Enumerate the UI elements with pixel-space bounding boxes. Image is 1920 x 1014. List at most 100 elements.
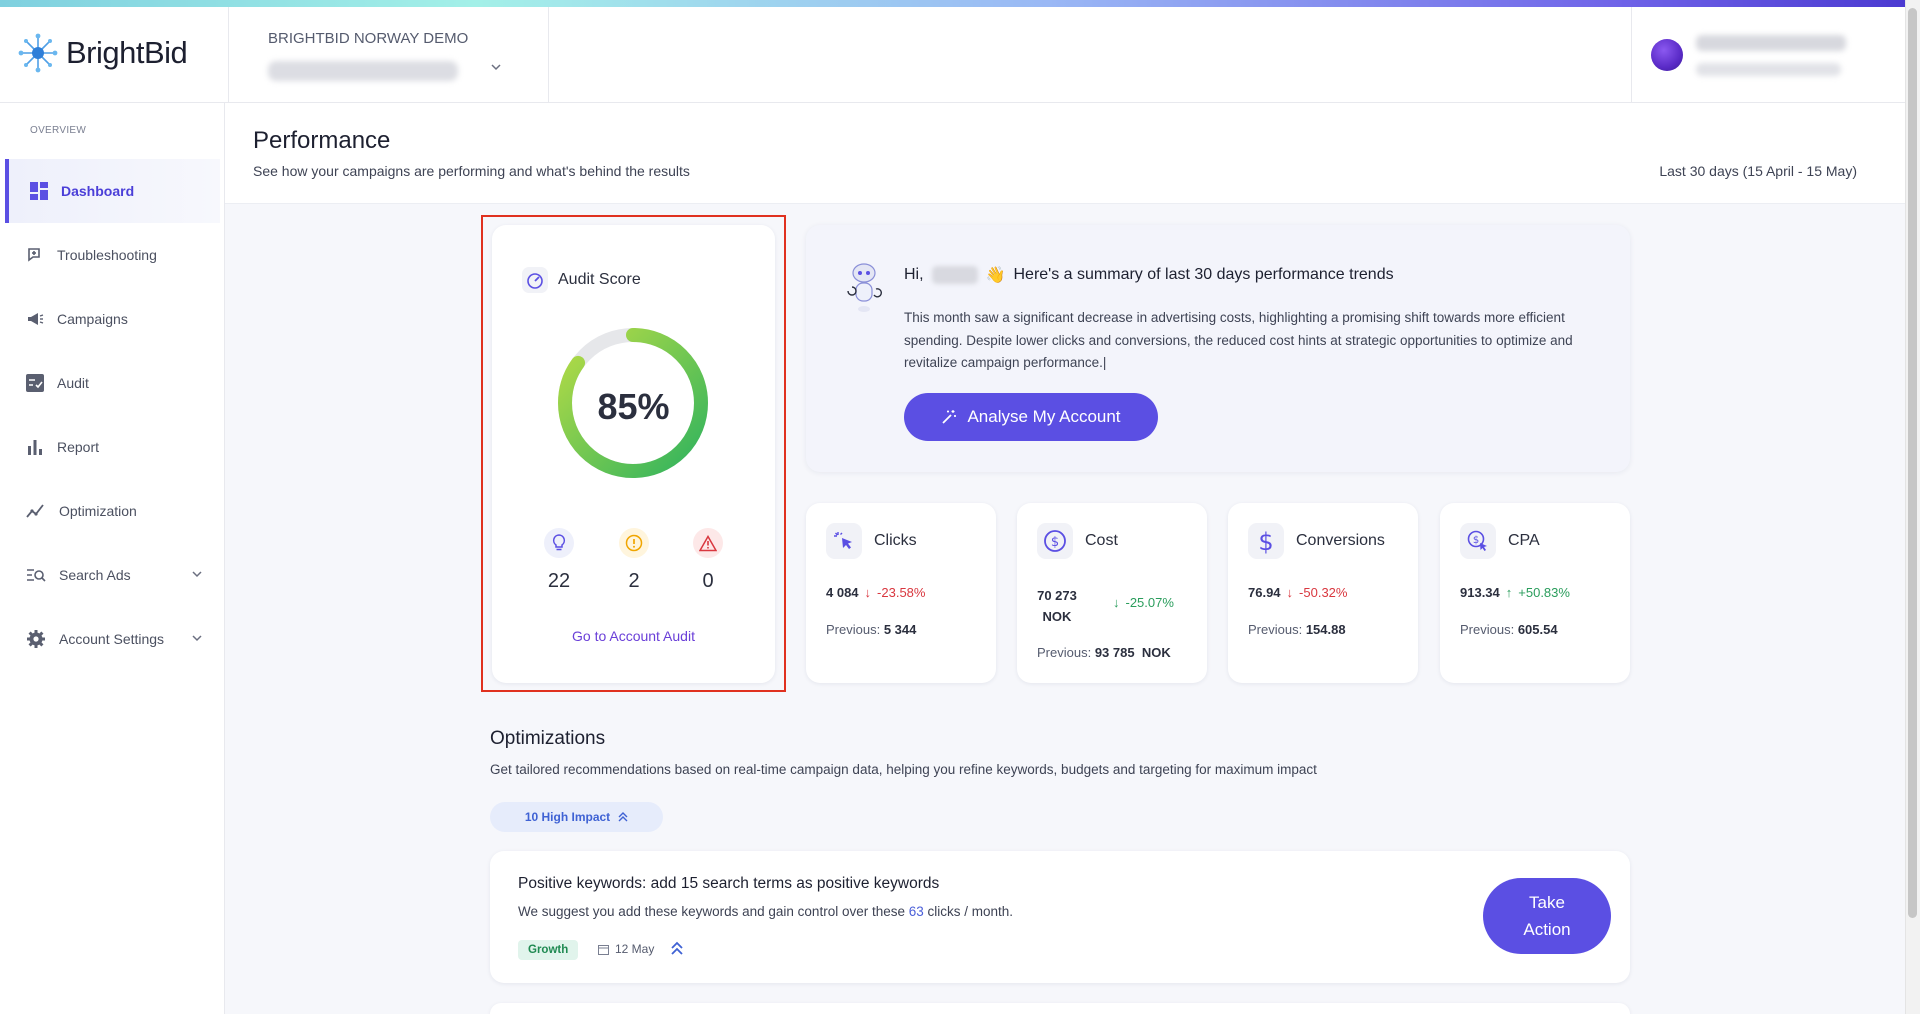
kpi-value-row: 4 084 ↓ -23.58% xyxy=(826,585,925,600)
top-gradient-stripe xyxy=(0,0,1905,7)
svg-text:$: $ xyxy=(1473,535,1479,546)
kpi-previous-label: Previous: xyxy=(826,622,881,637)
summary-headline-text: Here's a summary of last 30 days perform… xyxy=(1013,266,1394,283)
sidebar-item-optimization[interactable]: Optimization xyxy=(5,479,220,543)
kpi-previous-value: 154.88 xyxy=(1305,622,1346,637)
chevron-down-icon[interactable] xyxy=(192,567,202,581)
user-name-blurred[interactable] xyxy=(1696,35,1846,51)
dashboard-icon xyxy=(30,182,48,200)
sidebar-item-label: Account Settings xyxy=(59,631,165,647)
recommendation-date: 12 May xyxy=(598,942,654,956)
kpi-previous: Previous: 605.54 xyxy=(1460,622,1558,637)
kpi-card-clicks[interactable]: Clicks 4 084 ↓ -23.58% Previous: 5 344 xyxy=(806,503,996,683)
sidebar-item-campaigns[interactable]: Campaigns xyxy=(5,287,220,351)
analyse-button-label: Analyse My Account xyxy=(967,407,1121,426)
account-selector-blurred[interactable] xyxy=(268,61,458,81)
take-action-label: Action xyxy=(1523,920,1571,939)
kpi-header: Clicks xyxy=(826,523,917,559)
recommendation-card: Positive keywords: add 15 search terms a… xyxy=(490,851,1630,983)
svg-text:$: $ xyxy=(1051,535,1059,550)
optimizations-title: Optimizations xyxy=(490,728,606,749)
recommendation-description: We suggest you add these keywords and ga… xyxy=(518,904,1013,919)
sidebar-item-search-ads[interactable]: Search Ads xyxy=(5,543,220,607)
sidebar-item-label: Dashboard xyxy=(61,183,135,199)
kpi-change-row: ↓ -25.07% xyxy=(1113,595,1174,610)
recommendation-title: Positive keywords: add 15 search terms a… xyxy=(518,875,940,892)
magic-wand-icon xyxy=(942,410,957,424)
optimizations-subtitle: Get tailored recommendations based on re… xyxy=(490,762,1317,777)
kpi-value: 913.34 xyxy=(1460,585,1500,600)
kpi-card-cpa[interactable]: $ CPA 913.34 ↑ +50.83% Previous: 605.54 xyxy=(1440,503,1630,683)
kpi-change: -50.32% xyxy=(1299,585,1348,600)
kpi-header: $ Conversions xyxy=(1248,523,1385,559)
top-header: BrightBid BRIGHTBID NORWAY DEMO xyxy=(0,7,1905,103)
take-action-label: Take xyxy=(1529,893,1565,912)
growth-tag: Growth xyxy=(518,940,579,960)
high-impact-filter-pill[interactable]: 10 High Impact xyxy=(490,802,663,832)
page-title: Performance xyxy=(253,127,391,154)
avatar[interactable] xyxy=(1651,39,1683,71)
kpi-value: 4 084 xyxy=(826,585,859,600)
sidebar-item-label: Audit xyxy=(57,375,89,391)
search-list-icon xyxy=(27,569,46,582)
troubleshooting-icon xyxy=(28,248,40,262)
sidebar-item-label: Troubleshooting xyxy=(57,247,157,263)
double-chevron-up-icon xyxy=(618,812,628,822)
header-divider xyxy=(1631,7,1632,103)
kpi-previous-unit: NOK xyxy=(1141,645,1171,660)
robot-assistant-icon xyxy=(847,263,882,312)
high-priority-icon xyxy=(671,941,683,955)
brand-logo[interactable]: BrightBid xyxy=(18,33,188,73)
kpi-header: $ Cost xyxy=(1037,523,1118,559)
kpi-value-number: 70 273 xyxy=(1037,588,1077,603)
pill-label: 10 High Impact xyxy=(524,810,611,824)
sidebar-item-label: Report xyxy=(57,439,100,455)
sidebar-item-label: Search Ads xyxy=(59,567,131,583)
kpi-change: +50.83% xyxy=(1518,585,1570,600)
kpi-value-row: 76.94 ↓ -50.32% xyxy=(1248,585,1347,600)
sidebar-section-caption: OVERVIEW xyxy=(30,125,87,136)
wave-icon: 👋 xyxy=(985,267,1006,284)
kpi-card-cost[interactable]: $ Cost 70 273 NOK ↓ -25.07% Previous: 93… xyxy=(1017,503,1207,683)
kpi-previous-value: 605.54 xyxy=(1517,622,1558,637)
kpi-card-conversions[interactable]: $ Conversions 76.94 ↓ -50.32% Previous: … xyxy=(1228,503,1418,683)
user-email-blurred xyxy=(1696,63,1841,76)
gear-icon xyxy=(27,630,45,648)
dollar-icon: $ xyxy=(1248,523,1284,559)
kpi-label: CPA xyxy=(1508,532,1540,549)
sidebar-item-account-settings[interactable]: Account Settings xyxy=(5,607,220,671)
logo-text: BrightBid xyxy=(66,35,188,70)
kpi-previous: Previous: 5 344 xyxy=(826,622,916,637)
sidebar-item-label: Campaigns xyxy=(57,311,128,327)
kpi-previous: Previous: 154.88 xyxy=(1248,622,1346,637)
sidebar-item-audit[interactable]: Audit xyxy=(5,351,220,415)
cursor-click-icon xyxy=(826,523,862,559)
kpi-header: $ CPA xyxy=(1460,523,1540,559)
header-divider xyxy=(548,7,549,103)
cpa-search-dollar-icon: $ xyxy=(1460,523,1496,559)
dollar-circle-icon: $ xyxy=(1037,523,1073,559)
scrollbar-thumb[interactable] xyxy=(1908,8,1917,918)
sidebar-item-report[interactable]: Report xyxy=(5,415,220,479)
audit-highlight-frame xyxy=(481,215,786,692)
chevron-down-icon[interactable] xyxy=(490,61,502,77)
page-scrollbar[interactable] xyxy=(1905,0,1920,1014)
header-divider xyxy=(228,7,229,103)
recommendation-clicks-link[interactable]: 63 xyxy=(909,904,924,919)
sidebar-item-label: Optimization xyxy=(59,503,137,519)
calendar-icon xyxy=(598,944,609,955)
date-range-selector[interactable]: Last 30 days (15 April - 15 May) xyxy=(1659,163,1857,179)
sidebar-item-dashboard[interactable]: Dashboard xyxy=(5,159,220,223)
audit-checklist-icon xyxy=(26,374,44,392)
summary-headline: Hi, 👋 Here's a summary of last 30 days p… xyxy=(904,265,1394,285)
account-group-label: BRIGHTBID NORWAY DEMO xyxy=(268,30,469,47)
page-header: Performance See how your campaigns are p… xyxy=(225,103,1905,204)
kpi-change: -25.07% xyxy=(1125,595,1174,610)
take-action-button[interactable]: Take Action xyxy=(1483,878,1611,954)
analyse-my-account-button[interactable]: Analyse My Account xyxy=(904,393,1158,441)
chevron-down-icon[interactable] xyxy=(192,631,202,645)
sidebar: OVERVIEW Dashboard Troubleshooting Campa… xyxy=(0,103,225,1014)
bar-chart-icon xyxy=(28,440,42,455)
sidebar-item-troubleshooting[interactable]: Troubleshooting xyxy=(5,223,220,287)
recommendation-date-text: 12 May xyxy=(615,942,655,956)
